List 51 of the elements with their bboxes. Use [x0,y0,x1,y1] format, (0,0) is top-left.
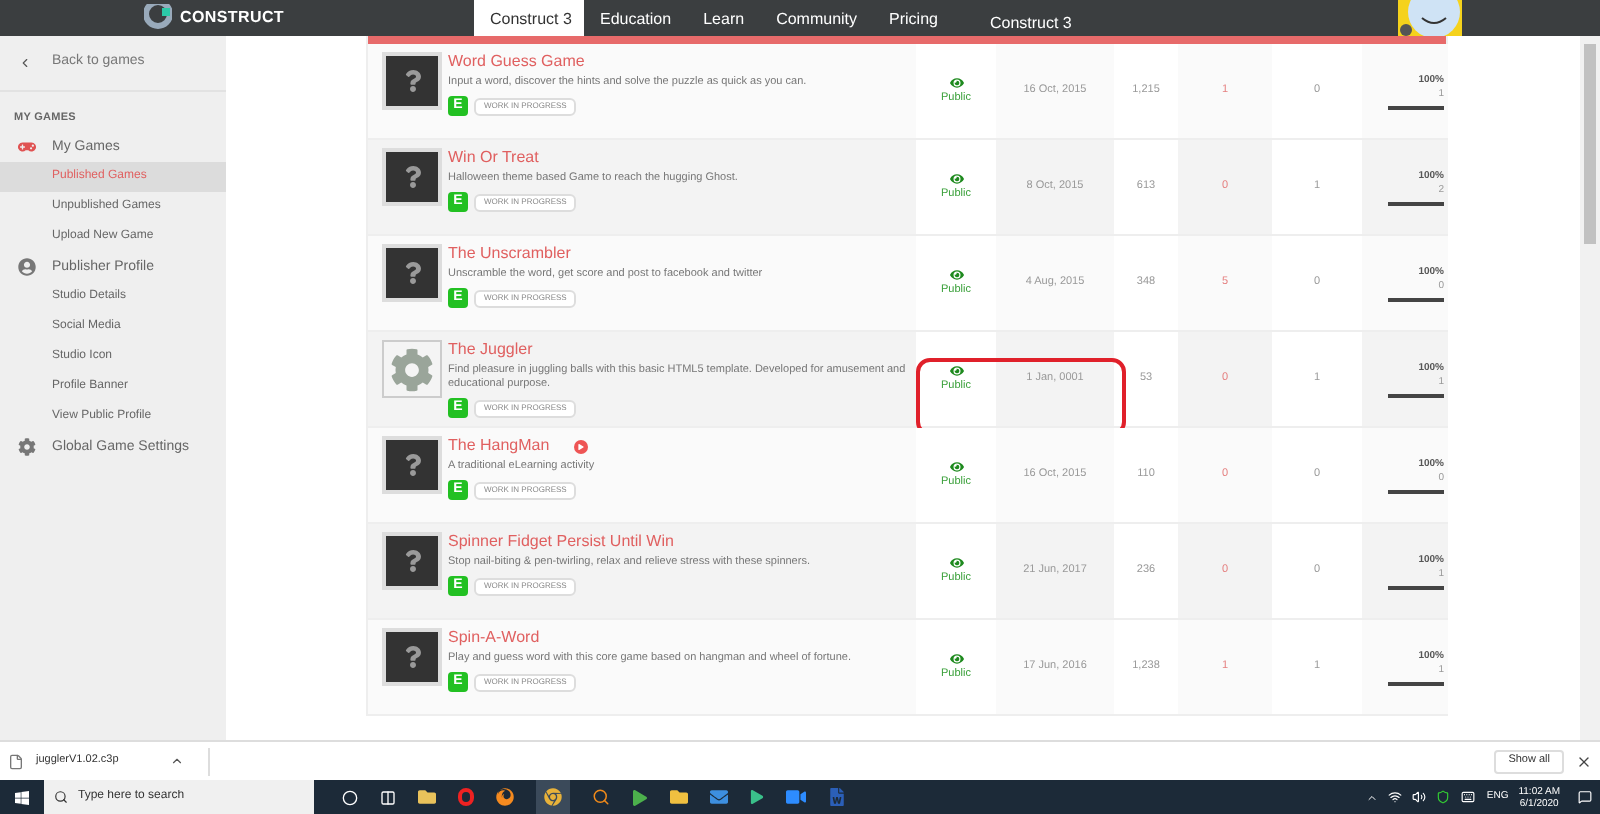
video-icon[interactable] [786,788,806,806]
tray-chevron-icon[interactable] [1366,791,1379,803]
logo-text: CONSTRUCT [180,6,285,30]
play-icon[interactable] [750,790,764,804]
avatar-icon [1394,0,1462,36]
task-view-icon[interactable] [380,789,396,805]
logo-icon [144,4,172,32]
shield-icon[interactable] [1436,790,1451,804]
folder-icon[interactable] [418,788,436,806]
arrow-icon[interactable] [632,789,648,805]
magnifier-icon[interactable] [592,788,610,806]
game-title[interactable]: The Unscrambler [448,244,571,264]
launch-button[interactable]: Construct 3 [989,0,1072,36]
game-title[interactable]: Spin-A-Word [448,628,540,648]
windows-icon[interactable] [14,789,30,805]
document-icon[interactable] [828,788,846,806]
game-title[interactable]: Word Guess Game [448,52,585,72]
network-icon[interactable] [1388,790,1403,804]
caret-icon[interactable] [170,754,185,768]
nav-tab[interactable]: Construct 3 [474,0,584,36]
search-icon [54,790,68,804]
scrollbar[interactable] [1580,36,1600,740]
notification-icon[interactable] [1578,790,1592,804]
settings-icon [17,438,35,457]
nav-tab[interactable]: Learn [687,0,761,36]
eye-icon [949,75,963,90]
keyboard-icon[interactable] [1460,790,1477,804]
volume-icon[interactable] [1412,790,1427,804]
close-icon[interactable] [1576,753,1592,769]
nav-tab[interactable]: Pricing [873,0,954,36]
folder-icon[interactable] [670,788,688,806]
eye-icon [949,363,963,378]
nav-tab[interactable]: Education [584,0,688,36]
eye-icon [949,555,963,570]
eye-icon [949,459,963,474]
game-title[interactable]: Win Or Treat [448,148,539,168]
file-icon [8,753,24,769]
game-title[interactable]: The HangMan [448,436,550,456]
eye-icon [949,267,963,282]
nav-tab[interactable]: Community [760,0,874,36]
game-title[interactable]: Spinner Fidget Persist Until Win [448,532,674,552]
chrome-icon[interactable] [544,788,562,806]
back-icon [18,56,32,70]
game-title[interactable]: The Juggler [448,340,533,360]
eye-icon [949,651,963,666]
circle-icon[interactable] [342,789,358,805]
mail-icon[interactable] [710,788,728,806]
ring-icon[interactable] [458,788,474,806]
eye-icon [949,171,963,186]
gamepad-icon [17,138,35,157]
firefox-icon[interactable] [496,788,514,806]
